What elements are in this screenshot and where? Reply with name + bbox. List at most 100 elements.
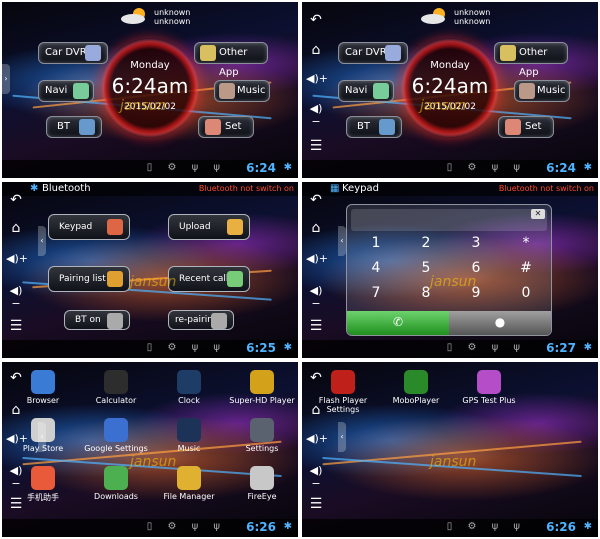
sidebar-collapse-tab[interactable]: ‹ [338,226,346,256]
set-button[interactable]: Set [498,116,554,138]
car-dvr-button[interactable]: Car DVR [38,42,108,64]
call-button[interactable]: ✆ [347,311,449,335]
app-icon-item[interactable]: Music [152,418,226,453]
recent-calls-button[interactable]: Recent calls [168,266,250,292]
app-icon-item[interactable]: Super-HD Player [225,370,298,405]
app-icon-item[interactable]: File Manager [152,466,226,501]
volume-down-icon[interactable]: ◀)− [306,464,326,490]
status-bar: ▯ ⚙ ψ ψ 6:26 ✱ [302,519,598,537]
re-pairing-button[interactable]: re-pairing [168,310,234,330]
back-icon[interactable]: ↶ [306,12,326,30]
bt-button[interactable]: BT [46,116,102,138]
home-icon[interactable]: ⌂ [306,402,326,420]
volume-down-icon[interactable]: ◀)− [306,284,326,310]
bluetooth-icon: ✱ [30,183,39,194]
app-icon-item[interactable]: Downloads [79,466,153,501]
app-icon-item[interactable]: Clock [152,370,226,405]
status-time: 6:27 [546,341,576,355]
upload-button[interactable]: Upload [168,214,250,240]
home-icon[interactable]: ⌂ [6,402,26,420]
home-icon[interactable]: ⌂ [306,42,326,60]
app-icon [177,418,201,442]
app-label: Super-HD Player [229,396,295,405]
dial-key[interactable]: 2 [401,235,451,251]
app-icon-item[interactable]: Calculator [79,370,153,405]
car-dvr-button[interactable]: Car DVR [338,42,408,64]
set-label: Set [225,121,242,132]
volume-up-icon[interactable]: ◀)+ [6,432,28,450]
sidebar-collapse-tab[interactable]: ‹ [38,226,46,256]
back-icon[interactable]: ↶ [306,370,326,388]
number-display[interactable] [351,209,547,231]
volume-down-icon[interactable]: ◀)− [6,284,26,310]
music-button[interactable]: Music [514,80,570,102]
volume-down-icon[interactable]: ◀)− [306,102,326,128]
sidebar-collapse-tab[interactable]: ‹ [38,422,46,452]
volume-up-icon[interactable]: ◀)+ [306,72,328,90]
bluetooth-status-text: Bluetooth not switch on [198,184,294,193]
dial-key[interactable]: * [501,235,551,251]
app-icon-item[interactable]: Google Settings [79,418,153,453]
set-label: Set [525,121,542,132]
weather-widget[interactable]: unknown unknown [420,6,520,28]
phone-icon: ✆ [392,315,404,329]
app-label: FireEye [247,492,277,501]
home-icon[interactable]: ⌂ [6,220,26,238]
app-label: GPS Test Plus [462,396,516,405]
back-icon[interactable]: ↶ [306,192,326,210]
navi-button[interactable]: Navi [338,80,394,102]
volume-down-icon[interactable]: ◀)− [6,464,26,490]
weather-widget[interactable]: unknown unknown [120,6,220,28]
other-app-button[interactable]: Other App [494,42,568,78]
dial-key[interactable]: # [501,260,551,276]
volume-up-icon[interactable]: ◀)+ [6,252,28,270]
bluetooth-person-icon [79,119,95,135]
app-icon-item[interactable]: MoboPlayer [379,370,453,405]
dial-key[interactable]: 1 [351,235,401,251]
app-label: Music [177,444,201,453]
dial-key[interactable]: 7 [351,285,401,301]
status-icons: ▯ ⚙ ψ ψ [146,342,226,353]
bluetooth-person-icon [379,119,395,135]
app-icon [31,466,55,490]
clock-widget[interactable]: Monday 6:24am 2015/02/02 [100,38,200,138]
app-icon [177,370,201,394]
keypad-button[interactable]: Keypad [48,214,130,240]
back-icon[interactable]: ↶ [6,192,26,210]
dial-key[interactable]: 0 [501,285,551,301]
volume-up-icon[interactable]: ◀)+ [306,432,328,450]
contacts-button[interactable]: ● [449,311,551,335]
app-icon-item[interactable]: FireEye [225,466,298,501]
volume-up-icon[interactable]: ◀)+ [306,252,328,270]
other-app-label: Other App [219,47,248,78]
clock-widget[interactable]: Monday 6:24am 2015/02/02 [400,38,500,138]
app-icon-item[interactable]: Settings [225,418,298,453]
menu-icon[interactable]: ☰ [306,318,326,336]
navi-button[interactable]: Navi [38,80,94,102]
back-icon[interactable]: ↶ [6,370,26,388]
music-button[interactable]: Music [214,80,270,102]
bt-on-button[interactable]: BT on [64,310,130,330]
menu-icon[interactable]: ☰ [6,318,26,336]
app-icon-item[interactable]: GPS Test Plus [452,370,526,405]
sidebar: ↶ ⌂ ◀)+ ◀)− ☰ [2,186,28,340]
other-app-button[interactable]: Other App [194,42,268,78]
pairing-list-button[interactable]: Pairing list [48,266,130,292]
menu-icon[interactable]: ☰ [6,496,26,514]
menu-icon[interactable]: ☰ [306,138,326,156]
sidebar-collapse-tab[interactable]: ‹ [338,422,346,452]
piano-icon [219,83,235,99]
menu-icon[interactable]: ☰ [306,496,326,514]
backspace-icon[interactable]: ✕ [531,209,545,219]
set-button[interactable]: Set [198,116,254,138]
dial-key[interactable]: 3 [451,235,501,251]
home-icon[interactable]: ⌂ [306,220,326,238]
status-bar: ▯ ⚙ ψ ψ 6:25 ✱ [2,340,298,358]
sidebar-expand-tab[interactable]: › [2,64,10,94]
bt-label: BT [357,121,370,132]
watermark: jansun [130,454,177,470]
clock-day: Monday [430,60,470,71]
dial-key[interactable]: 4 [351,260,401,276]
status-icons: ▯ ⚙ ψ ψ [446,521,526,532]
bt-button[interactable]: BT [346,116,402,138]
